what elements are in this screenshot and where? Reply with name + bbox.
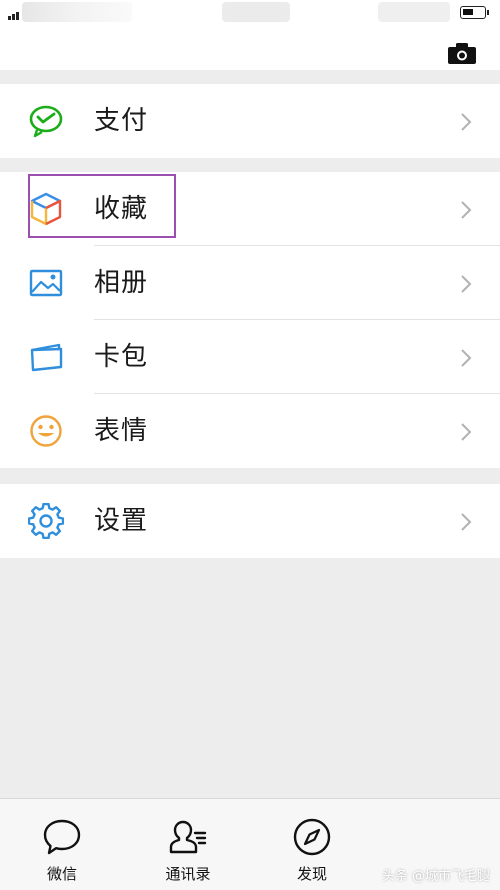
chevron-right-icon	[460, 112, 472, 132]
wechat-pay-icon	[28, 103, 64, 139]
tab-contacts[interactable]: 通讯录	[143, 799, 233, 890]
menu-item-pay[interactable]: 支付	[0, 84, 500, 158]
menu-item-label: 相册	[94, 268, 149, 298]
blurred-carrier	[22, 2, 132, 22]
status-bar	[0, 0, 500, 30]
contacts-icon	[168, 817, 208, 857]
watermark: 头条 @城市飞毛腿	[381, 869, 490, 884]
chevron-right-icon	[460, 422, 472, 442]
menu-item-label: 设置	[94, 506, 149, 536]
blurred-time	[222, 2, 290, 22]
menu-item-label: 卡包	[94, 342, 149, 372]
menu-item-settings[interactable]: 设置	[0, 484, 500, 558]
tab-label: 通讯录	[165, 865, 211, 883]
menu-item-label: 收藏	[94, 194, 149, 224]
chevron-right-icon	[460, 512, 472, 532]
tab-label: 微信	[46, 865, 77, 883]
tab-discover[interactable]: 发现	[267, 799, 357, 890]
chat-bubble-icon	[42, 817, 82, 857]
settings-gear-icon	[27, 502, 65, 540]
chevron-right-icon	[460, 274, 472, 294]
menu-item-label: 支付	[94, 106, 149, 136]
chevron-right-icon	[460, 200, 472, 220]
favorites-cube-icon	[28, 191, 64, 227]
smiley-sticker-icon	[28, 413, 64, 449]
chevron-right-icon	[460, 348, 472, 368]
tab-chats[interactable]: 微信	[17, 799, 107, 890]
group-features: 收藏 相册 卡包 表情	[0, 172, 500, 468]
menu-item-label: 表情	[94, 416, 149, 446]
tab-label: 发现	[296, 865, 327, 883]
menu-item-stickers[interactable]: 表情	[0, 394, 500, 468]
signal-icon	[8, 12, 20, 20]
group-settings: 设置	[0, 484, 500, 558]
menu-item-favorites[interactable]: 收藏	[0, 172, 500, 246]
blurred-status	[378, 2, 450, 22]
menu-item-album[interactable]: 相册	[0, 246, 500, 320]
battery-icon	[460, 6, 489, 19]
header	[0, 30, 500, 70]
card-wallet-icon	[28, 339, 64, 375]
camera-icon[interactable]	[448, 42, 476, 64]
menu-item-card-wallet[interactable]: 卡包	[0, 320, 500, 394]
bottom-tab-bar: 微信 通讯录 发现 头条 @城市飞毛腿	[0, 798, 500, 890]
compass-icon	[292, 817, 332, 857]
album-picture-icon	[28, 265, 64, 301]
wechat-me-screen: 支付 收藏 相册 卡包 表情 设置 微信 通讯录 发现 头条 @城市飞毛腿	[0, 0, 500, 890]
group-pay: 支付	[0, 84, 500, 158]
